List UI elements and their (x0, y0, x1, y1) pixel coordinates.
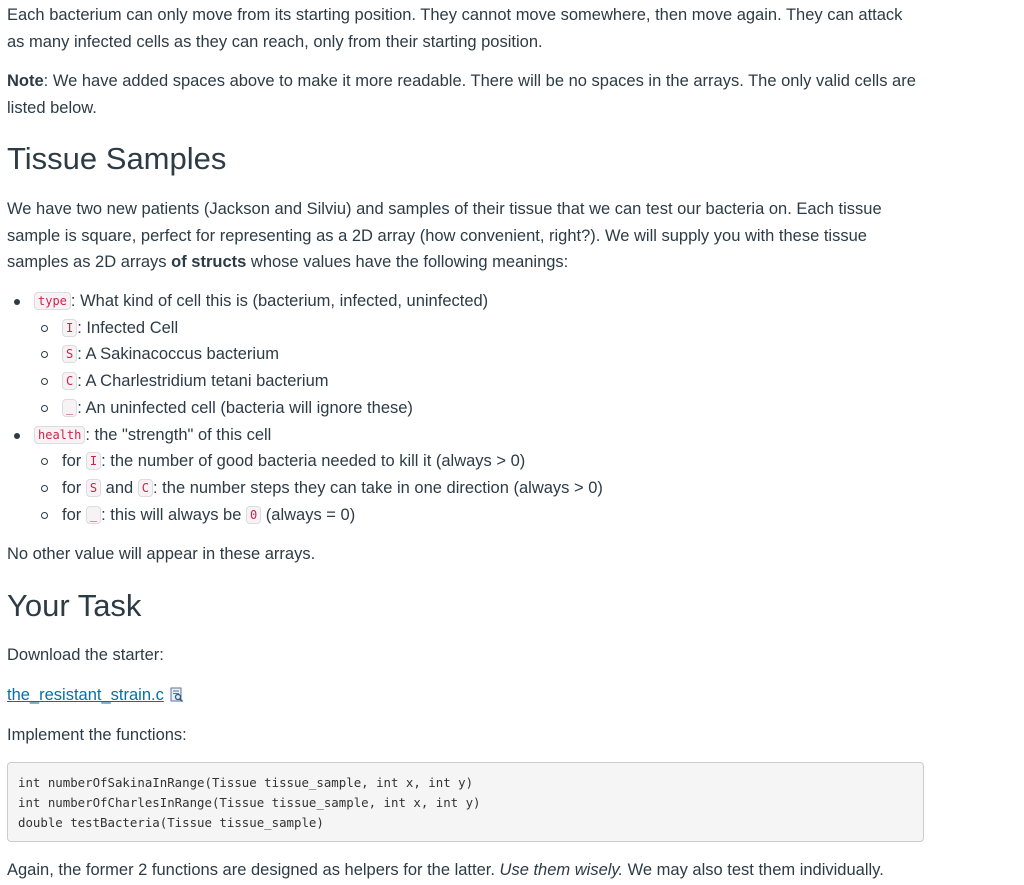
helper-note-tail: We may also test them individually. (623, 861, 884, 879)
note-paragraph: Note: We have added spaces above to make… (7, 68, 917, 121)
type-value-text: : An uninfected cell (bacteria will igno… (77, 398, 413, 417)
code-I: I (62, 318, 78, 337)
file-link-paragraph: the_resistant_strain.c (7, 682, 184, 709)
code-S: S (85, 478, 102, 497)
implement-instruction: Implement the functions: (7, 726, 187, 744)
code-line: int numberOfSakinaInRange(Tissue tissue_… (18, 775, 474, 790)
and-label: and (101, 478, 138, 497)
code-C: C (62, 372, 78, 391)
your-task-heading: Your Task (7, 588, 142, 623)
health-value-item: for S and C: the number steps they can t… (34, 475, 907, 502)
health-value-item: for I: the number of good bacteria neede… (34, 448, 907, 475)
type-value-item: I: Infected Cell (34, 315, 907, 342)
type-value-text: : Infected Cell (77, 318, 179, 337)
type-values-list: I: Infected Cell S: A Sakinacoccus bacte… (34, 315, 907, 422)
code-underscore: _ (62, 398, 78, 417)
field-list: type: What kind of cell this is (bacteri… (7, 288, 907, 528)
type-value-item: S: A Sakinacoccus bacterium (34, 341, 907, 368)
note-text: : We have added spaces above to make it … (7, 72, 916, 117)
code-type: type (34, 292, 71, 310)
code-health: health (34, 425, 86, 444)
type-value-item: _: An uninfected cell (bacteria will ign… (34, 395, 907, 422)
type-value-text: : A Charlestridium tetani bacterium (77, 372, 329, 391)
code-underscore: _ (85, 505, 102, 524)
code-zero: 0 (245, 505, 262, 524)
helper-functions-note: Again, the former 2 functions are design… (7, 857, 967, 884)
function-signatures-code-block: int numberOfSakinaInRange(Tissue tissue_… (7, 762, 924, 842)
field-type-description: : What kind of cell this is (bacterium, … (70, 292, 489, 310)
document-preview-icon[interactable] (170, 685, 184, 703)
type-value-text: : A Sakinacoccus bacterium (77, 345, 280, 364)
code-I: I (85, 452, 102, 471)
code-line: int numberOfCharlesInRange(Tissue tissue… (18, 795, 481, 810)
health-values-list: for I: the number of good bacteria neede… (34, 448, 907, 528)
tissue-samples-heading: Tissue Samples (7, 141, 227, 176)
note-label: Note (7, 72, 44, 90)
for-label: for (62, 478, 86, 497)
no-other-value-note: No other value will appear in these arra… (7, 545, 316, 563)
tissue-description: We have two new patients (Jackson and Si… (7, 196, 917, 276)
of-structs-bold: of structs (171, 253, 247, 271)
field-health-description: : the "strength" of this cell (85, 425, 272, 444)
health-value-text: : the number of good bacteria needed to … (101, 452, 526, 471)
code-S: S (62, 345, 78, 364)
tissue-description-tail: whose values have the following meanings… (246, 253, 569, 271)
type-value-item: C: A Charlestridium tetani bacterium (34, 368, 907, 395)
for-label: for (62, 452, 86, 471)
health-value-text: : the number steps they can take in one … (153, 478, 603, 497)
for-label: for (62, 505, 86, 524)
health-value-item: for _: this will always be 0 (always = 0… (34, 502, 907, 529)
download-instruction: Download the starter: (7, 646, 164, 664)
helper-note-text: Again, the former 2 functions are design… (7, 861, 500, 879)
intro-paragraph: Each bacterium can only move from its st… (7, 6, 903, 51)
health-value-text: : this will always be (101, 505, 246, 524)
health-value-tail: (always = 0) (261, 505, 356, 524)
use-them-wisely-emphasis: Use them wisely. (499, 861, 624, 879)
starter-file-link[interactable]: the_resistant_strain.c (7, 686, 164, 704)
field-type: type: What kind of cell this is (bacteri… (7, 288, 907, 422)
code-C: C (137, 478, 154, 497)
field-health: health: the "strength" of this cell for … (7, 422, 907, 529)
code-line: double testBacteria(Tissue tissue_sample… (18, 815, 324, 830)
